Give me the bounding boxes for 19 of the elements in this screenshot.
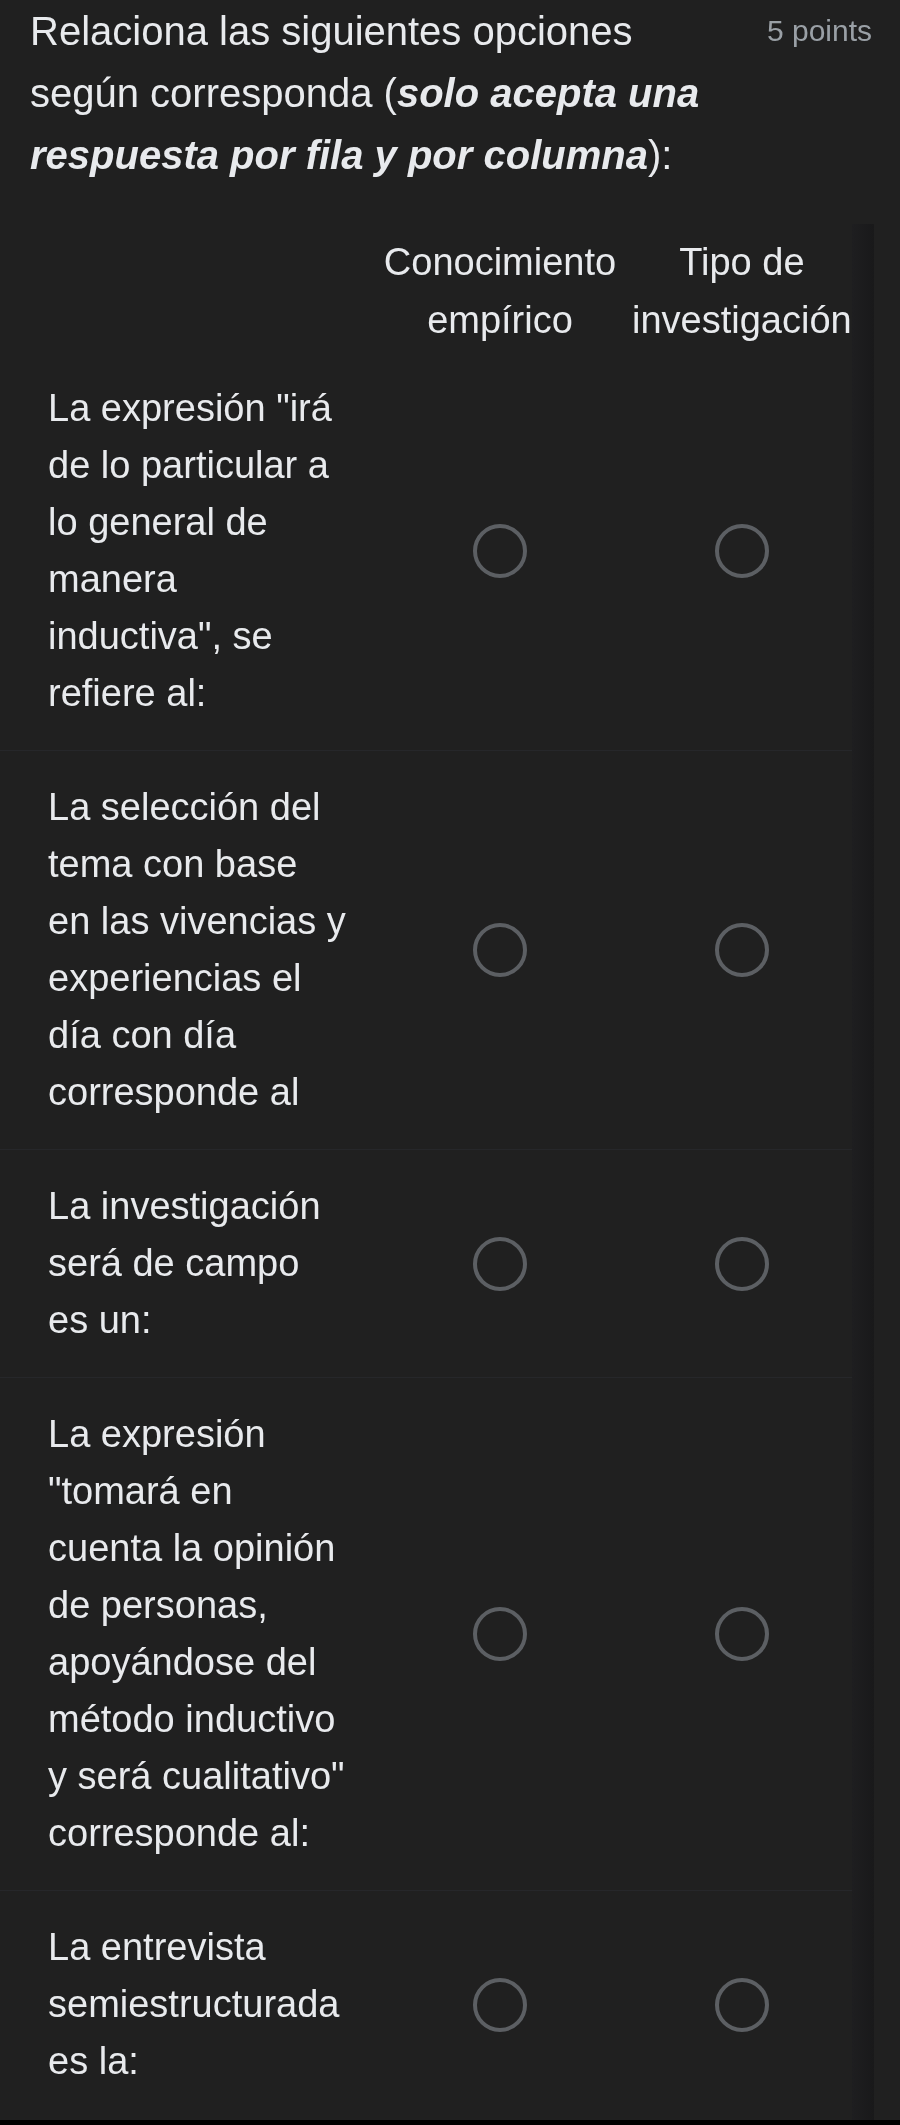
column-header: Conocimiento empírico [382, 240, 618, 343]
radio-button[interactable] [714, 524, 769, 578]
radio-button[interactable] [714, 1236, 769, 1291]
column-header: Tipo de investigación [632, 240, 852, 343]
points-label: 5 points [766, 13, 872, 49]
radio-button[interactable] [473, 1607, 527, 1661]
radio-button[interactable] [714, 1977, 769, 2032]
question-title: Relaciona las siguientes opciones según corresponda (solo acepta una respuesta por fila y por columna): [30, 8, 701, 179]
row-label: La selección del tema con base en las vivencias y experiencias el día con día corresponde al [48, 785, 347, 1115]
radio-button[interactable] [473, 1977, 527, 2032]
row-label: La entrevista semiestructurada es la: [48, 1925, 341, 2084]
radio-button[interactable] [473, 923, 527, 977]
radio-button[interactable] [473, 1236, 527, 1291]
row-label: La expresión "irá de lo particular a lo general de manera inductiva", se refiere al: [48, 386, 333, 716]
radio-button[interactable] [473, 524, 527, 578]
row-label: La investigación será de campo es un: [48, 1184, 322, 1343]
radio-button[interactable] [714, 923, 769, 977]
radio-button[interactable] [714, 1607, 769, 1661]
row-label: La expresión "tomará en cuenta la opinión de personas, apoyándose del método inductivo y será cualitativo" corresponde al: [48, 1412, 346, 1856]
